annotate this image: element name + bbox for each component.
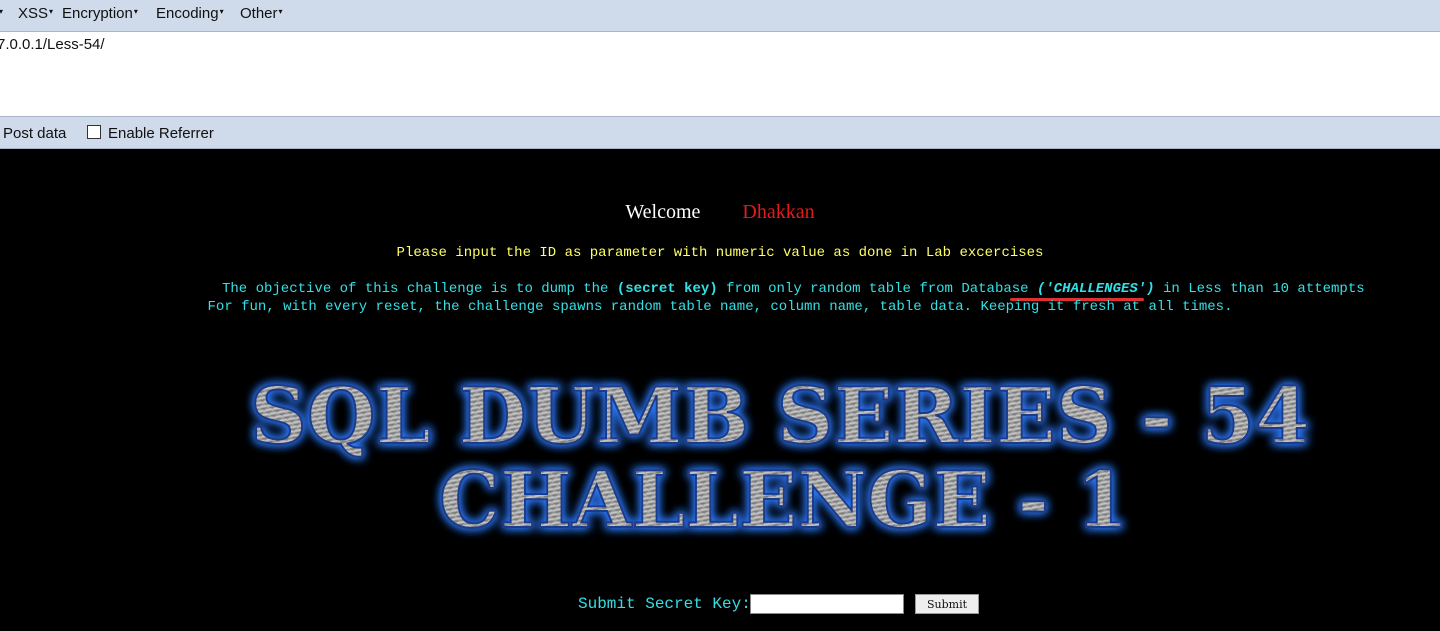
chevron-down-icon: ▾: [278, 7, 283, 16]
banner-line-1: SQL DUMB SERIES - 54: [250, 371, 1310, 462]
submit-button[interactable]: Submit: [915, 594, 979, 614]
instruction-text: Please input the ID as parameter with nu…: [396, 245, 1044, 261]
chevron-down-icon: ▾: [49, 7, 54, 16]
menu-encryption[interactable]: Encryption▾: [62, 5, 138, 22]
url-textarea[interactable]: 7.0.0.1/Less-54/: [0, 32, 1440, 117]
banner-line-2: CHALLENGE - 1: [439, 455, 1129, 545]
welcome-text: Welcome: [625, 201, 701, 223]
page-content: Welcome Dhakkan Please input the ID as pa…: [0, 149, 1440, 631]
menu-other-label: Other: [240, 5, 278, 22]
secret-key-input[interactable]: [750, 594, 904, 614]
chevron-down-icon: ▾: [219, 7, 224, 16]
menu-encoding-label: Encoding: [156, 5, 219, 22]
fun-text: For fun, with every reset, the challenge…: [207, 299, 1233, 315]
objective-text: The objective of this challenge is to du…: [222, 281, 1365, 297]
menu-encryption-label: Encryption: [62, 5, 133, 22]
chevron-down-icon: ▾: [0, 7, 4, 16]
menu-xss[interactable]: XSS▾: [18, 5, 53, 22]
user-name: Dhakkan: [742, 201, 815, 223]
challenge-banner: SQL DUMB SERIES - 54 CHALLENGE - 1: [249, 370, 1311, 545]
chevron-down-icon: ▾: [133, 7, 138, 16]
menu-other[interactable]: Other▾: [240, 5, 283, 22]
enable-referrer-checkbox[interactable]: [87, 125, 101, 139]
post-data-label[interactable]: Post data: [3, 125, 66, 142]
menu-xss-label: XSS: [18, 5, 49, 22]
objective-secret-key: (secret key): [616, 281, 718, 297]
objective-database: ('CHALLENGES'): [1036, 281, 1155, 297]
welcome-line: Welcome Dhakkan: [0, 201, 1440, 224]
menu-encoding[interactable]: Encoding▾: [156, 5, 224, 22]
enable-referrer-label[interactable]: Enable Referrer: [108, 125, 214, 142]
submit-secret-key-label: Submit Secret Key:: [578, 595, 751, 613]
objective-mid: from only random table from Database: [717, 281, 1037, 297]
objective-prefix: The objective of this challenge is to du…: [222, 281, 617, 297]
hackbar-options-bar: Post data Enable Referrer: [0, 117, 1440, 149]
hackbar-menubar: ▾ XSS▾ Encryption▾ Encoding▾ Other▾: [0, 0, 1440, 32]
menu-caret-truncated[interactable]: ▾: [0, 5, 3, 22]
url-value: 7.0.0.1/Less-54/: [0, 36, 105, 53]
objective-suffix: in Less than 10 attempts: [1154, 281, 1365, 297]
